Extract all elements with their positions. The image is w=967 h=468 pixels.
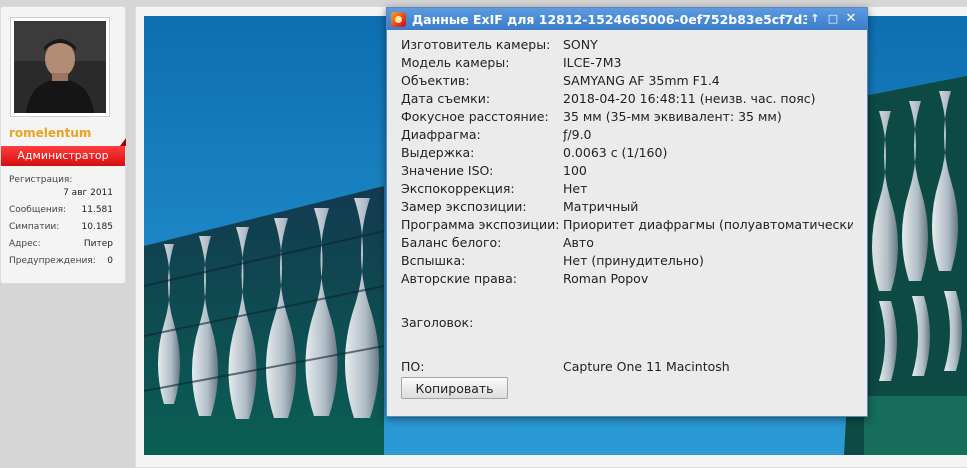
exif-row: Значение ISO: 100 bbox=[401, 162, 863, 180]
stat-value: 0 bbox=[107, 256, 113, 266]
exif-value: ƒ/9.0 bbox=[563, 127, 592, 142]
exif-key: Объектив: bbox=[401, 73, 470, 88]
exif-row: Объектив: SAMYANG AF 35mm F1.4 bbox=[401, 72, 863, 90]
username[interactable]: romelentum bbox=[9, 126, 91, 140]
exif-row: Дата съемки: 2018-04-20 16:48:11 (неизв. … bbox=[401, 90, 863, 108]
exif-key: Изготовитель камеры: bbox=[401, 37, 551, 52]
exif-row: Модель камеры: ILCE-7M3 bbox=[401, 54, 863, 72]
exif-key: Значение ISO: bbox=[401, 163, 494, 178]
exif-key: Заголовок: bbox=[401, 315, 474, 330]
user-stats: Регистрация: 7 авг 2011 Сообщения: 11.58… bbox=[9, 172, 113, 270]
exif-key: Баланс белого: bbox=[401, 235, 502, 250]
pin-icon[interactable]: ↑ bbox=[807, 11, 823, 27]
exif-key: Диафрагма: bbox=[401, 127, 481, 142]
exif-value: ILCE-7M3 bbox=[563, 55, 622, 70]
dialog-titlebar[interactable]: Данные ExIF для 12812-1524665006-0ef752b… bbox=[387, 8, 867, 30]
exif-row: Программа экспозиции: Приоритет диафрагмы… bbox=[401, 216, 863, 234]
exif-dialog: Данные ExIF для 12812-1524665006-0ef752b… bbox=[386, 7, 868, 417]
exif-key: Замер экспозиции: bbox=[401, 199, 527, 214]
copy-button[interactable]: Копировать bbox=[401, 377, 508, 399]
exif-row: Выдержка: 0.0063 с (1/160) bbox=[401, 144, 863, 162]
exif-key: Авторские права: bbox=[401, 271, 517, 286]
exif-value: 0.0063 с (1/160) bbox=[563, 145, 668, 160]
exif-row: Заголовок: bbox=[401, 314, 863, 332]
stat-label: Сообщения: bbox=[9, 205, 67, 215]
exif-table: Изготовитель камеры: SONY Модель камеры: I… bbox=[401, 36, 863, 376]
avatar[interactable] bbox=[10, 17, 110, 117]
exif-row: ПО: Capture One 11 Macintosh bbox=[401, 358, 863, 376]
exif-key: Программа экспозиции: bbox=[401, 217, 560, 232]
exif-key: Вспышка: bbox=[401, 253, 466, 268]
exif-row: Замер экспозиции: Матричный bbox=[401, 198, 863, 216]
exif-value: Нет bbox=[563, 181, 588, 196]
exif-key: Выдержка: bbox=[401, 145, 475, 160]
stat-row: Предупреждения: 0 bbox=[9, 253, 113, 270]
exif-row: Фокусное расстояние: 35 мм (35-мм эквивал… bbox=[401, 108, 863, 126]
exif-row: Диафрагма: ƒ/9.0 bbox=[401, 126, 863, 144]
exif-key: ПО: bbox=[401, 359, 425, 374]
avatar-image bbox=[14, 21, 106, 113]
stat-value[interactable]: 11.581 bbox=[82, 202, 114, 219]
exif-row: Авторские права: Roman Popov bbox=[401, 270, 863, 288]
exif-key: Модель камеры: bbox=[401, 55, 510, 70]
exif-key: Дата съемки: bbox=[401, 91, 491, 106]
stat-label: Предупреждения: bbox=[9, 256, 96, 266]
exif-value: SONY bbox=[563, 37, 598, 52]
stat-label: Адрес: bbox=[9, 239, 41, 249]
exif-key: Экспокоррекция: bbox=[401, 181, 515, 196]
maximize-icon[interactable]: □ bbox=[825, 11, 841, 27]
exif-key: Фокусное расстояние: bbox=[401, 109, 549, 124]
exif-row: Вспышка: Нет (принудительно) bbox=[401, 252, 863, 270]
exif-value: 100 bbox=[563, 163, 587, 178]
stat-value[interactable]: 10.185 bbox=[82, 219, 114, 236]
user-panel: romelentum Администратор Регистрация: 7 … bbox=[0, 6, 126, 284]
exif-value: 2018-04-20 16:48:11 (неизв. час. пояс) bbox=[563, 91, 816, 106]
close-icon[interactable]: ✕ bbox=[843, 11, 859, 27]
exif-value: Приоритет диафрагмы (полуавтоматический) bbox=[563, 217, 853, 232]
exif-row: Изготовитель камеры: SONY bbox=[401, 36, 863, 54]
exif-row: Экспокоррекция: Нет bbox=[401, 180, 863, 198]
dialog-title: Данные ExIF для 12812-1524665006-0ef752b… bbox=[412, 11, 807, 27]
exif-value: 35 мм (35-мм эквивалент: 35 мм) bbox=[563, 109, 782, 124]
role-badge: Администратор bbox=[1, 146, 125, 166]
exif-value: Capture One 11 Macintosh bbox=[563, 359, 730, 374]
exif-row: Баланс белого: Авто bbox=[401, 234, 863, 252]
exif-value: Нет (принудительно) bbox=[563, 253, 704, 268]
role-ribbon-fold bbox=[120, 138, 126, 146]
stat-row: Адрес: Питер bbox=[9, 236, 113, 253]
exif-value: Матричный bbox=[563, 199, 639, 214]
stat-value: Питер bbox=[83, 239, 113, 249]
stat-label: Симпатии: bbox=[9, 222, 60, 232]
stat-row: Симпатии: 10.185 bbox=[9, 219, 113, 236]
exif-value: Roman Popov bbox=[563, 271, 649, 286]
app-icon bbox=[391, 11, 406, 27]
exif-value: Авто bbox=[563, 235, 594, 250]
stat-value: 7 авг 2011 bbox=[63, 188, 113, 198]
exif-value: SAMYANG AF 35mm F1.4 bbox=[563, 73, 720, 88]
stat-row: Сообщения: 11.581 bbox=[9, 202, 113, 219]
